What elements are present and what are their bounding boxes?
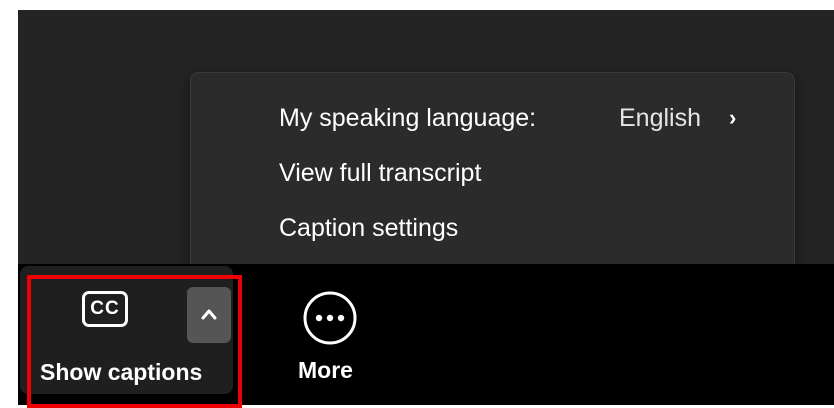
captions-menu: My speaking language: English › View ful… bbox=[190, 72, 795, 271]
more-button[interactable]: More bbox=[286, 266, 378, 394]
more-icon bbox=[303, 291, 357, 345]
menu-item-view-transcript[interactable]: View full transcript bbox=[279, 155, 481, 191]
closed-captions-icon: CC bbox=[82, 291, 128, 327]
meeting-window: My speaking language: English › View ful… bbox=[18, 10, 834, 405]
menu-item-caption-settings[interactable]: Caption settings bbox=[279, 210, 458, 246]
menu-item-label: My speaking language: bbox=[279, 104, 537, 132]
speaking-language-value: English bbox=[619, 104, 701, 132]
menu-item-label: View full transcript bbox=[279, 159, 482, 187]
chevron-right-icon: › bbox=[729, 105, 737, 130]
captions-options-button[interactable] bbox=[187, 287, 231, 343]
show-captions-button[interactable]: CC Show captions bbox=[20, 266, 233, 394]
show-captions-label: Show captions bbox=[40, 359, 203, 385]
menu-item-label: Caption settings bbox=[279, 214, 459, 242]
chevron-up-icon bbox=[201, 309, 217, 320]
menu-item-speaking-language[interactable]: My speaking language: English › bbox=[279, 100, 749, 136]
more-label: More bbox=[298, 357, 353, 383]
meeting-toolbar: CC Show captions More bbox=[18, 264, 834, 405]
